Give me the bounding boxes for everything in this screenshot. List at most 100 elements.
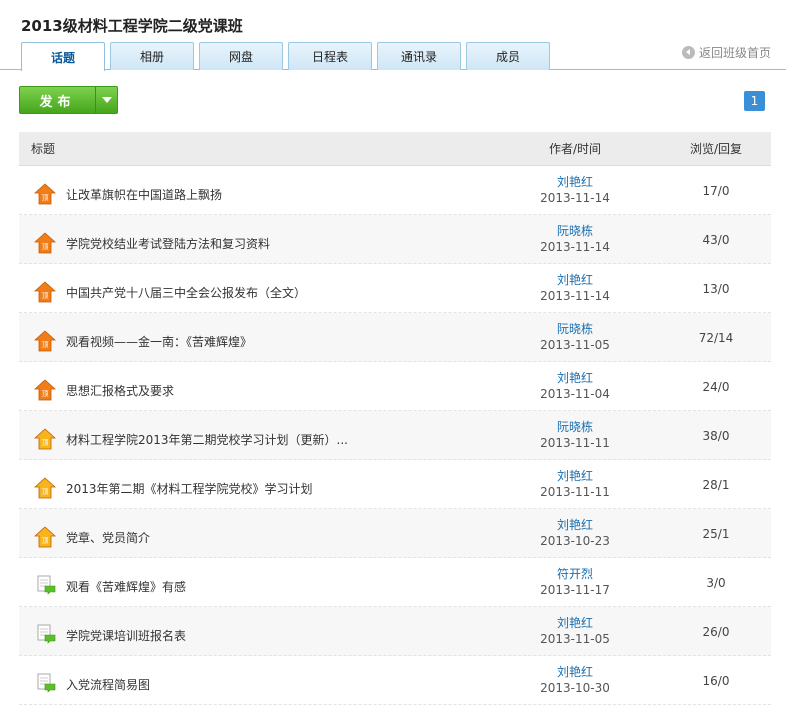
topic-table: 标题 作者/时间 浏览/回复 顶让改革旗帜在中国道路上飘扬 刘艳红 2013-11-… xyxy=(19,132,771,705)
topic-title-link[interactable]: 学院党校结业考试登陆方法和复习资料 xyxy=(66,235,270,252)
pinned-yellow-icon: 顶 xyxy=(34,477,56,499)
post-date: 2013-11-11 xyxy=(540,436,610,450)
post-date: 2013-11-04 xyxy=(540,387,610,401)
topic-title-link[interactable]: 学院党课培训班报名表 xyxy=(66,627,186,644)
back-link-label: 返回班级首页 xyxy=(698,46,771,60)
views-replies-count: 3/0 xyxy=(706,576,726,590)
pinned-orange-icon: 顶 xyxy=(34,183,56,205)
tab-schedule[interactable]: 日程表 xyxy=(288,42,372,70)
author-link[interactable]: 阮晓栋 xyxy=(489,321,661,337)
svg-text:顶: 顶 xyxy=(42,292,49,300)
author-time-cell: 阮晓栋 2013-11-11 xyxy=(489,419,661,451)
topic-title-cell: 顶 材料工程学院2013年第二期党校学习计划（更新）... xyxy=(19,420,489,450)
svg-text:顶: 顶 xyxy=(42,488,49,496)
views-replies-count: 16/0 xyxy=(702,674,730,688)
author-link[interactable]: 符开烈 xyxy=(489,566,661,582)
topic-title-cell: 顶 中国共产党十八届三中全会公报发布（全文） xyxy=(19,273,489,303)
pinned-yellow-icon: 顶 xyxy=(34,428,56,450)
table-row: 顶 党章、党员简介 刘艳红 2013-10-23 25/1 xyxy=(19,509,771,558)
pinned-yellow-icon: 顶 xyxy=(34,526,56,548)
author-link[interactable]: 刘艳红 xyxy=(489,615,661,631)
topic-title-link[interactable]: 2013年第二期《材料工程学院党校》学习计划 xyxy=(66,480,313,497)
caret-down-icon xyxy=(101,97,112,103)
svg-text:顶: 顶 xyxy=(42,243,49,251)
topic-title-link[interactable]: 思想汇报格式及要求 xyxy=(66,382,174,399)
views-replies-count: 38/0 xyxy=(702,429,730,443)
views-replies-count: 25/1 xyxy=(702,527,730,541)
author-time-cell: 刘艳红 2013-10-30 xyxy=(489,664,661,696)
pagination-page-1[interactable]: 1 xyxy=(744,91,765,111)
column-header-views-replies: 浏览/回复 xyxy=(689,142,743,156)
author-time-cell: 阮晓栋 2013-11-14 xyxy=(489,223,661,255)
topic-title-cell: 顶 思想汇报格式及要求 xyxy=(19,371,489,401)
back-to-class-home-link[interactable]: 返回班级首页 xyxy=(681,44,771,61)
tab-bar: 话题 相册 网盘 日程表 通讯录 成员 xyxy=(0,42,786,71)
author-link[interactable]: 刘艳红 xyxy=(489,272,661,288)
author-time-cell: 符开烈 2013-11-17 xyxy=(489,566,661,598)
table-row: 顶 学院党校结业考试登陆方法和复习资料 阮晓栋 2013-11-14 43/0 xyxy=(19,215,771,264)
author-link[interactable]: 阮晓栋 xyxy=(489,223,661,239)
author-link[interactable]: 刘艳红 xyxy=(489,370,661,386)
table-body: 顶让改革旗帜在中国道路上飘扬 刘艳红 2013-11-14 17/0 顶学院党校结业考试… xyxy=(19,166,771,705)
author-time-cell: 刘艳红 2013-10-23 xyxy=(489,517,661,549)
topic-title-link[interactable]: 观看《苦难辉煌》有感 xyxy=(66,578,186,595)
topic-title-link[interactable]: 让改革旗帜在中国道路上飘扬 xyxy=(66,186,222,203)
table-row: 入党流程简易图 刘艳红 2013-10-30 16/0 xyxy=(19,656,771,705)
author-link[interactable]: 刘艳红 xyxy=(489,468,661,484)
document-comment-icon xyxy=(34,673,56,695)
author-time-cell: 刘艳红 2013-11-11 xyxy=(489,468,661,500)
topic-title-link[interactable]: 中国共产党十八届三中全会公报发布（全文） xyxy=(66,284,306,301)
table-row: 顶 2013年第二期《材料工程学院党校》学习计划 刘艳红 2013-11-11 28/1 xyxy=(19,460,771,509)
publish-dropdown-toggle[interactable] xyxy=(96,87,117,113)
author-link[interactable]: 刘艳红 xyxy=(489,517,661,533)
tab-members[interactable]: 成员 xyxy=(466,42,550,70)
pinned-orange-icon: 顶 xyxy=(34,232,56,254)
publish-button-label: 发布 xyxy=(20,87,96,113)
svg-text:顶: 顶 xyxy=(42,439,49,447)
author-link[interactable]: 刘艳红 xyxy=(489,174,661,190)
table-row: 顶 让改革旗帜在中国道路上飘扬 刘艳红 2013-11-14 17/0 xyxy=(19,166,771,215)
author-link[interactable]: 阮晓栋 xyxy=(489,419,661,435)
svg-text:顶: 顶 xyxy=(42,341,49,349)
table-row: 顶 观看视频——金一南：《苦难辉煌》 阮晓栋 2013-11-05 72/14 xyxy=(19,313,771,362)
author-time-cell: 阮晓栋 2013-11-05 xyxy=(489,321,661,353)
tab-topics[interactable]: 话题 xyxy=(21,42,105,71)
topic-title-link[interactable]: 党章、党员简介 xyxy=(66,529,150,546)
table-row: 顶 思想汇报格式及要求 刘艳红 2013-11-04 24/0 xyxy=(19,362,771,411)
publish-button[interactable]: 发布 xyxy=(19,86,118,114)
topic-title-link[interactable]: 材料工程学院2013年第二期党校学习计划（更新）... xyxy=(66,431,348,448)
svg-text:顶: 顶 xyxy=(42,194,49,202)
table-row: 顶 中国共产党十八届三中全会公报发布（全文） 刘艳红 2013-11-14 13/0 xyxy=(19,264,771,313)
views-replies-count: 43/0 xyxy=(702,233,730,247)
post-date: 2013-11-05 xyxy=(540,632,610,646)
views-replies-count: 13/0 xyxy=(702,282,730,296)
post-date: 2013-11-11 xyxy=(540,485,610,499)
topic-title-link[interactable]: 入党流程简易图 xyxy=(66,676,150,693)
topic-title-link[interactable]: 观看视频——金一南：《苦难辉煌》 xyxy=(66,333,252,350)
views-replies-count: 17/0 xyxy=(702,184,730,198)
post-date: 2013-11-05 xyxy=(540,338,610,352)
author-time-cell: 刘艳红 2013-11-14 xyxy=(489,174,661,206)
topic-title-cell: 顶 让改革旗帜在中国道路上飘扬 xyxy=(19,175,489,205)
author-time-cell: 刘艳红 2013-11-04 xyxy=(489,370,661,402)
topic-title-cell: 顶 观看视频——金一南：《苦难辉煌》 xyxy=(19,322,489,352)
document-comment-icon xyxy=(34,575,56,597)
views-replies-count: 26/0 xyxy=(702,625,730,639)
back-arrow-icon xyxy=(681,46,695,59)
topic-title-cell: 入党流程简易图 xyxy=(19,665,489,695)
tab-contacts[interactable]: 通讯录 xyxy=(377,42,461,70)
views-replies-count: 72/14 xyxy=(698,331,734,345)
table-row: 学院党课培训班报名表 刘艳红 2013-11-05 26/0 xyxy=(19,607,771,656)
svg-text:顶: 顶 xyxy=(42,390,49,398)
author-time-cell: 刘艳红 2013-11-05 xyxy=(489,615,661,647)
tab-disk[interactable]: 网盘 xyxy=(199,42,283,70)
svg-text:顶: 顶 xyxy=(42,537,49,545)
author-link[interactable]: 刘艳红 xyxy=(489,664,661,680)
tab-album[interactable]: 相册 xyxy=(110,42,194,70)
topic-title-cell: 学院党课培训班报名表 xyxy=(19,616,489,646)
author-time-cell: 刘艳红 2013-11-14 xyxy=(489,272,661,304)
pinned-orange-icon: 顶 xyxy=(34,379,56,401)
pinned-orange-icon: 顶 xyxy=(34,281,56,303)
post-date: 2013-11-14 xyxy=(540,240,610,254)
post-date: 2013-10-23 xyxy=(540,534,610,548)
